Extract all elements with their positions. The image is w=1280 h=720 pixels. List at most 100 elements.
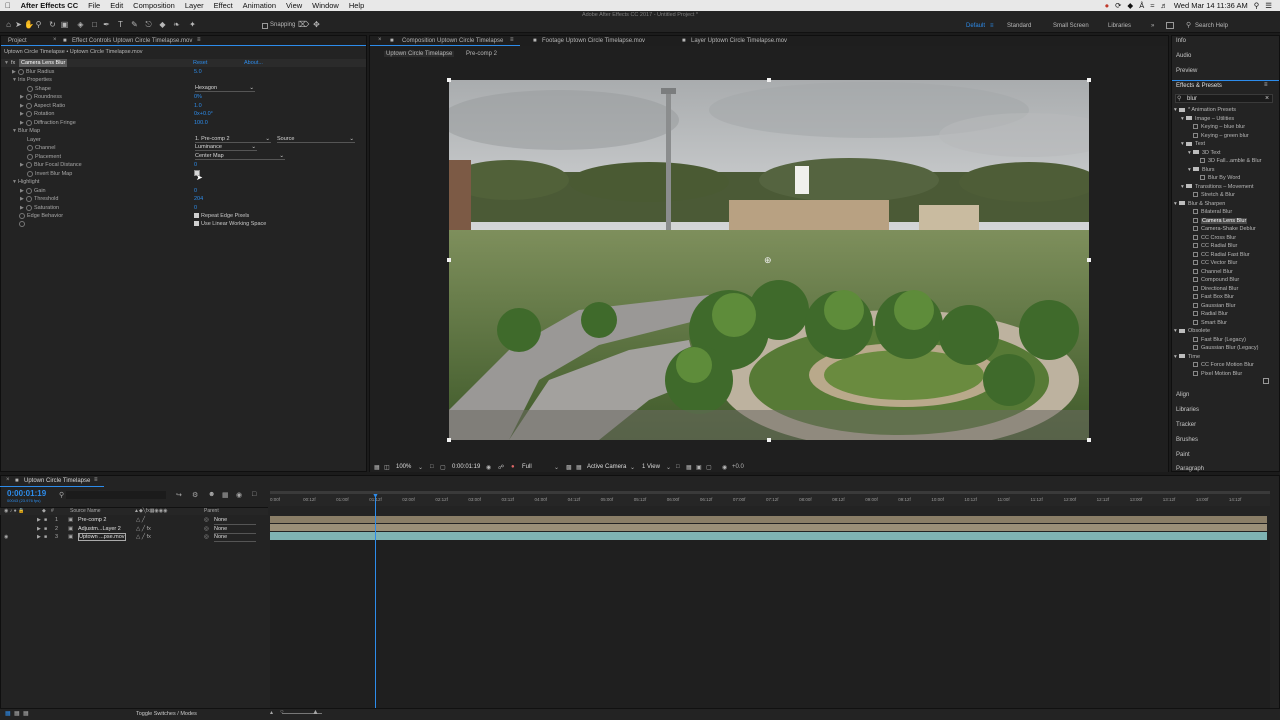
transform-handle[interactable] xyxy=(767,78,771,82)
effects-item[interactable]: Blur By Word xyxy=(1195,175,1240,181)
effects-item[interactable]: Directional Blur xyxy=(1188,286,1238,292)
expand-time-controls-icon[interactable]: ▦ xyxy=(23,710,29,717)
playhead-handle-icon[interactable]: ▼ xyxy=(372,493,379,500)
effects-item[interactable]: Camera Lens Blur xyxy=(1188,217,1248,224)
blur-radius-value[interactable]: 5.0 xyxy=(194,68,202,76)
close-tab-icon[interactable]: × xyxy=(6,477,10,483)
effects-item[interactable]: Keying – green blur xyxy=(1188,133,1249,139)
brush-tool-icon[interactable]: ✎ xyxy=(130,20,139,29)
visibility-icon[interactable]: ◉ xyxy=(4,533,8,541)
pick-whip-icon[interactable]: ◎ xyxy=(204,516,209,524)
transform-handle[interactable] xyxy=(447,258,451,262)
wifi-icon[interactable]: ≈ xyxy=(1150,1,1154,10)
search-help-icon[interactable]: ⚲ xyxy=(1186,21,1191,29)
comp-subtab-main[interactable]: Uptown Circle Timelapse xyxy=(384,51,455,57)
param-rotation[interactable]: ▶ Rotation xyxy=(20,110,55,118)
anchor-point-icon[interactable]: ⊕ xyxy=(764,255,772,266)
monitor-icon[interactable]: ◫ xyxy=(384,464,390,471)
graph-editor-icon[interactable]: □ xyxy=(252,491,256,498)
blur-map-layer-dropdown[interactable]: 1. Pre-comp 2 ⌄ xyxy=(195,135,271,143)
menu-effect[interactable]: Effect xyxy=(209,1,238,10)
effects-item[interactable]: Pixel Motion Blur xyxy=(1188,371,1242,377)
new-folder-icon[interactable] xyxy=(1263,378,1269,384)
stopwatch-icon[interactable] xyxy=(19,220,27,228)
gain-value[interactable]: 0 xyxy=(194,187,197,195)
flowchart-icon[interactable]: ▦ xyxy=(686,464,692,471)
shy-icon[interactable]: ☻ xyxy=(208,491,215,498)
toggle-pixel-aspect-icon[interactable]: □ xyxy=(676,464,680,470)
checkbox-checked[interactable] xyxy=(194,221,199,227)
transform-handle[interactable] xyxy=(1087,78,1091,82)
stopwatch-icon[interactable] xyxy=(27,85,33,92)
rectangle-tool-icon[interactable]: □ xyxy=(90,20,99,29)
diffraction-fringe-value[interactable]: 100.0 xyxy=(194,119,208,127)
param-saturation[interactable]: ▶ Saturation xyxy=(20,204,59,212)
layer-switches[interactable]: △ ╱ fx xyxy=(136,533,151,541)
roundness-value[interactable]: 0% xyxy=(194,93,202,101)
transform-handle[interactable] xyxy=(447,438,451,442)
timeline-layer-row[interactable]: ◉ ▶ ■ 3 ▣ Uptown ...pse.mov △ ╱ fx ◎ None xyxy=(0,533,268,542)
panel-effects-presets[interactable]: Effects & Presets xyxy=(1176,83,1222,89)
workspace-default[interactable]: Default xyxy=(966,23,985,29)
panel-audio[interactable]: Audio xyxy=(1176,53,1191,59)
menu-help[interactable]: Help xyxy=(344,1,369,10)
label-color-icon[interactable]: ■ xyxy=(44,533,47,541)
checkbox-checked[interactable] xyxy=(194,213,199,219)
effects-item[interactable]: CC Radial Blur xyxy=(1188,243,1237,249)
lock-icon[interactable]: ■ xyxy=(390,38,394,44)
viewer-timecode[interactable]: 0:00:01:19 xyxy=(452,464,480,470)
current-time-indicator[interactable] xyxy=(375,495,376,710)
panel-paragraph[interactable]: Paragraph xyxy=(1176,466,1204,472)
search-help-input[interactable]: Search Help xyxy=(1195,23,1228,29)
spotlight-icon[interactable]: ⚲ xyxy=(1254,1,1260,10)
layer-switches[interactable]: △ ╱ fx xyxy=(136,525,151,533)
layer-name[interactable]: Pre-comp 2 xyxy=(78,516,106,524)
effects-folder-item[interactable]: ▾ 3D Text xyxy=(1188,150,1221,156)
timeline-search-field[interactable] xyxy=(66,491,166,499)
stopwatch-icon[interactable] xyxy=(26,204,32,211)
chevron-down-icon[interactable]: ⌄ xyxy=(418,464,423,471)
effects-item[interactable]: Compound Blur xyxy=(1188,277,1239,283)
layer-expand-arrow[interactable]: ▶ xyxy=(37,516,41,524)
grid-icon[interactable]: ▦ xyxy=(374,464,380,471)
panel-info[interactable]: Info xyxy=(1176,38,1186,44)
pick-whip-icon[interactable]: ◎ xyxy=(204,525,209,533)
layer-switches[interactable]: △ ╱ xyxy=(136,516,145,524)
zoom-dropdown[interactable]: 100% xyxy=(396,464,411,470)
transform-handle[interactable] xyxy=(767,438,771,442)
rotate-tool-icon[interactable]: ↻ xyxy=(48,20,57,29)
roi-icon[interactable]: ▢ xyxy=(440,464,446,471)
panel-paint[interactable]: Paint xyxy=(1176,452,1190,458)
col-parent[interactable]: Parent xyxy=(204,508,219,514)
effect-reset-button[interactable]: Reset xyxy=(193,59,207,67)
param-threshold[interactable]: ▶ Threshold xyxy=(20,195,58,203)
effects-item[interactable]: Channel Blur xyxy=(1188,269,1233,275)
effects-item[interactable]: CC Vector Blur xyxy=(1188,260,1237,266)
saturation-value[interactable]: 0 xyxy=(194,204,197,212)
stopwatch-icon[interactable] xyxy=(26,187,32,194)
layer-name[interactable]: Adjustm...Layer 2 xyxy=(78,525,121,533)
aspect-ratio-value[interactable]: 1.0 xyxy=(194,102,202,110)
stopwatch-icon[interactable] xyxy=(27,144,33,151)
effect-expand-arrow[interactable]: ▼ xyxy=(4,59,10,67)
pen-tool-icon[interactable]: ✒ xyxy=(102,20,111,29)
menu-file[interactable]: File xyxy=(83,1,105,10)
stopwatch-icon[interactable] xyxy=(19,212,25,219)
timeline-layer-row[interactable]: ▶ ■ 1 ▣ Pre-comp 2 △ ╱ ◎ None xyxy=(0,516,268,525)
param-aspect-ratio[interactable]: ▶ Aspect Ratio xyxy=(20,102,65,110)
effect-name[interactable]: Camera Lens Blur xyxy=(19,59,68,67)
panel-preview[interactable]: Preview xyxy=(1176,68,1197,74)
label-color-icon[interactable]: ■ xyxy=(44,516,47,524)
tab-footage[interactable]: Footage Uptown Circle Timelapse.mov xyxy=(542,38,645,44)
panel-tracker[interactable]: Tracker xyxy=(1176,422,1196,428)
layer-bar-footage[interactable] xyxy=(270,532,1267,540)
threshold-value[interactable]: 204 xyxy=(194,195,203,203)
resolution-dropdown[interactable]: Full xyxy=(522,464,532,470)
panel-align[interactable]: Align xyxy=(1176,392,1189,398)
layer-expand-arrow[interactable]: ▶ xyxy=(37,533,41,541)
param-blur-radius[interactable]: ▶ Blur Radius xyxy=(12,68,54,76)
effects-folder-item[interactable]: ▾ Image – Utilities xyxy=(1181,116,1234,122)
workspace-menu-icon[interactable]: ≡ xyxy=(990,23,994,29)
menu-list-icon[interactable]: ☰ xyxy=(1265,1,1272,10)
effects-item[interactable]: Smart Blur xyxy=(1188,320,1227,326)
